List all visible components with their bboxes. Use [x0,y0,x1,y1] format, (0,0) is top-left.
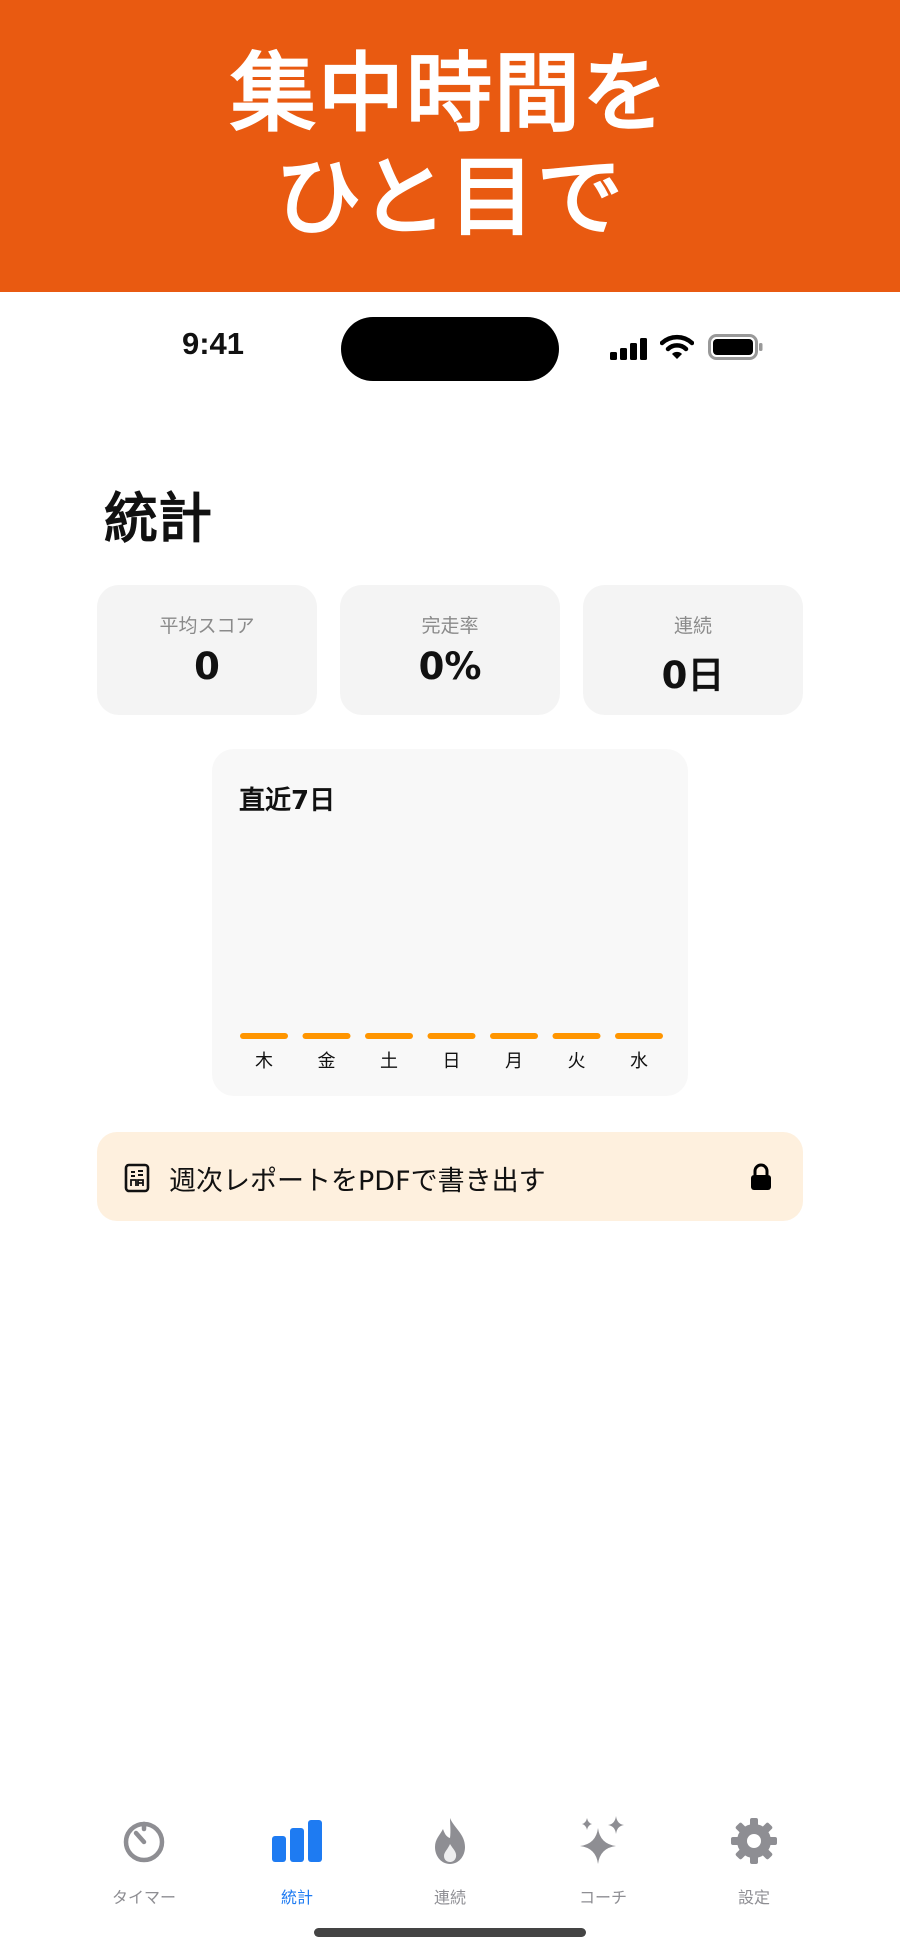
stat-value: 0日 [661,654,725,697]
chart-day-label: 月 [505,1051,523,1072]
tab-timer[interactable]: タイマー [79,1814,209,1907]
chart-day-label: 木 [255,1051,273,1072]
tab-settings[interactable]: 設定 [689,1814,819,1907]
promo-headline-line-2: ひと目で [275,148,625,248]
wifi-icon [660,334,694,359]
stat-value: 0 [194,645,220,688]
chart-bar-3 [427,1033,476,1039]
stat-label: 連続 [673,615,712,637]
chart-day-label: 火 [568,1051,586,1072]
tab-streak[interactable]: 連続 [385,1814,515,1907]
pdf-export-label: 週次レポートをPDFで書き出す [169,1166,546,1197]
chart-bar-2 [365,1033,413,1039]
chart-bar-4 [490,1033,538,1039]
stat-card-average-score: 平均スコア 0 [97,585,317,715]
stat-label: 完走率 [421,615,479,637]
status-bar: 9:41 [0,300,900,396]
tab-label: 統計 [280,1888,313,1907]
chart-day-label: 金 [318,1051,336,1072]
flame-icon [435,1818,465,1864]
bar-chart-icon [272,1820,322,1862]
page-title: 統計 [104,487,212,550]
tab-label: 連続 [433,1888,466,1907]
promo-headline-line-1: 集中時間を [230,44,670,144]
tab-label: 設定 [737,1888,770,1907]
document-icon [124,1163,150,1193]
tab-label: コーチ [578,1888,627,1907]
cellular-signal-icon [610,338,647,360]
chart-bar-6 [615,1033,663,1039]
chart-bar-5 [552,1033,601,1039]
stat-value: 0% [418,645,482,688]
weekly-bar-chart: 木金土日月火水 [240,1033,663,1072]
chart-day-label: 日 [443,1051,461,1072]
pdf-export-button[interactable]: 週次レポートをPDFで書き出す [97,1132,803,1221]
promo-banner: 集中時間を ひと目で [0,0,900,292]
chart-day-label: 土 [380,1051,398,1072]
gear-icon [731,1818,777,1864]
stat-card-streak: 連続 0日 [583,585,803,715]
tab-stats[interactable]: 統計 [232,1814,362,1907]
stat-label: 平均スコア [159,615,255,637]
weekly-chart-card: 直近7日 木金土日月火水 [212,749,688,1096]
stat-card-completion-rate: 完走率 0% [340,585,560,715]
tab-coach[interactable]: コーチ [538,1814,668,1907]
status-time: 9:41 [181,326,245,361]
battery-icon [708,334,763,360]
chart-bar-1 [302,1033,351,1039]
lock-icon [751,1163,771,1190]
chart-day-label: 水 [630,1051,648,1072]
chart-bar-0 [240,1033,288,1039]
dynamic-island [341,317,559,381]
tab-bar: タイマー 統計 連続 コーチ 設定 [0,1800,900,1910]
sparkles-icon [580,1816,624,1864]
home-indicator [314,1928,586,1937]
timer-icon [123,1821,165,1863]
tab-label: タイマー [111,1888,176,1907]
